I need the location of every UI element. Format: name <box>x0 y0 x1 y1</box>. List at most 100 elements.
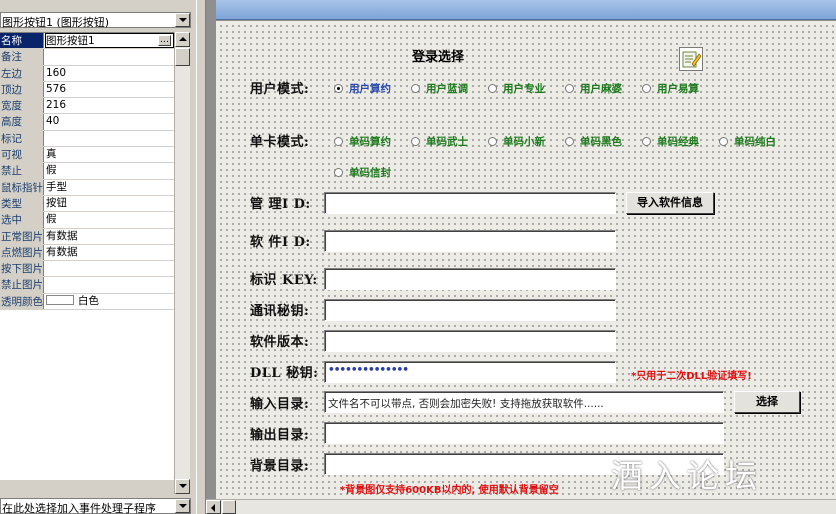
radio-icon <box>565 137 574 146</box>
panel-splitter[interactable] <box>196 0 206 514</box>
property-row[interactable]: 正常图片 有数据 <box>0 228 174 245</box>
property-row[interactable]: 标记 <box>0 130 174 148</box>
radio-icon <box>334 137 343 146</box>
admin-id-input[interactable] <box>324 192 616 214</box>
property-value[interactable]: 576 <box>46 82 66 97</box>
property-row[interactable]: 备注 <box>0 49 174 66</box>
chevron-down-icon[interactable] <box>175 499 190 513</box>
property-row[interactable]: 左边 160 <box>0 65 174 82</box>
form-designer: 登录选择 用户模式: 用户算约 用户蓝调 用户专业 用户麻婆 用户易算 单卡模式… <box>206 0 836 514</box>
chevron-down-icon[interactable] <box>175 13 190 27</box>
property-value[interactable]: 假 <box>46 212 57 227</box>
radio-card-mode-3[interactable]: 单码小新 <box>488 134 545 149</box>
image-button[interactable] <box>679 47 703 71</box>
comm-secret-input[interactable] <box>324 299 616 321</box>
property-panel: 图形按钮1 (图形按钮) 名称 图形按钮1… 备注 左边 160 顶边 576 宽度… <box>0 0 196 514</box>
designer-hscrollbar[interactable] <box>206 499 836 514</box>
input-dir-input[interactable]: 文件名不可以带点, 否则会加密失败! 支持拖放获取软件...... <box>324 391 724 413</box>
property-row[interactable]: 顶边 576 <box>0 81 174 99</box>
property-name: 禁止 <box>0 163 44 179</box>
software-id-input[interactable] <box>324 230 616 252</box>
version-input[interactable] <box>324 330 616 352</box>
scroll-thumb[interactable] <box>175 48 190 66</box>
property-row[interactable]: 按下图片 <box>0 261 174 278</box>
property-name: 按下图片 <box>0 261 44 277</box>
radio-icon <box>488 84 497 93</box>
property-row[interactable]: 宽度 216 <box>0 98 174 115</box>
card-mode-label: 单卡模式: <box>250 135 310 150</box>
property-value[interactable]: 手型 <box>46 180 67 195</box>
radio-card-mode-4[interactable]: 单码黑色 <box>565 134 622 149</box>
comm-secret-label: 通讯秘钥: <box>250 304 310 319</box>
property-row[interactable]: 选中假 <box>0 212 174 229</box>
radio-card-mode-2[interactable]: 单码武士 <box>411 134 468 149</box>
key-input[interactable] <box>324 268 616 290</box>
property-name: 左边 <box>0 65 44 81</box>
object-selector-value: 图形按钮1 (图形按钮) <box>2 16 110 29</box>
property-value[interactable]: 有数据 <box>46 245 78 260</box>
form-title-bar[interactable] <box>216 0 836 20</box>
property-value[interactable]: 真 <box>46 147 57 162</box>
key-label: 标识 KEY: <box>250 273 318 288</box>
property-value[interactable]: 图形按钮1… <box>45 33 174 48</box>
edit-icon <box>682 51 702 68</box>
radio-user-mode-2[interactable]: 用户蓝调 <box>411 81 468 96</box>
radio-user-mode-1[interactable]: 用户算约 <box>334 81 391 96</box>
input-dir-label: 输入目录: <box>250 397 310 412</box>
property-value[interactable]: 160 <box>46 66 66 81</box>
radio-card-mode-7[interactable]: 单码信封 <box>334 165 391 180</box>
radio-user-mode-3[interactable]: 用户专业 <box>488 81 545 96</box>
property-row[interactable]: 鼠标指针 手型 <box>0 179 174 196</box>
select-button[interactable]: 选择 <box>734 391 800 413</box>
scroll-up-icon[interactable] <box>175 32 190 47</box>
property-name: 顶边 <box>0 81 44 98</box>
property-scrollbar[interactable] <box>174 32 190 494</box>
dll-secret-input[interactable]: •••••••••••••• <box>324 361 616 383</box>
ellipsis-icon[interactable]: … <box>158 35 171 46</box>
ide-window: 图形按钮1 (图形按钮) 名称 图形按钮1… 备注 左边 160 顶边 576 宽度… <box>0 0 836 514</box>
property-row[interactable]: 高度 40 <box>0 114 174 131</box>
property-value[interactable]: 有数据 <box>46 229 78 244</box>
radio-user-mode-5[interactable]: 用户易算 <box>642 81 699 96</box>
radio-card-mode-5[interactable]: 单码经典 <box>642 134 699 149</box>
object-selector[interactable]: 图形按钮1 (图形按钮) <box>0 12 191 29</box>
property-value[interactable]: 216 <box>46 98 66 113</box>
version-label: 软件版本: <box>250 335 310 350</box>
radio-card-mode-1[interactable]: 单码算约 <box>334 134 391 149</box>
output-dir-input[interactable] <box>324 422 724 444</box>
property-name: 点燃图片 <box>0 244 44 261</box>
event-selector-value: 在此处选择加入事件处理子程序 <box>2 502 156 514</box>
property-row[interactable]: 禁止图片 <box>0 277 174 294</box>
scroll-thumb[interactable] <box>222 500 236 514</box>
property-name: 备注 <box>0 49 44 65</box>
property-value[interactable]: 白色 <box>46 294 99 309</box>
radio-icon <box>719 137 728 146</box>
property-row-name[interactable]: 名称 图形按钮1… <box>0 33 174 50</box>
radio-icon <box>565 84 574 93</box>
radio-user-mode-4[interactable]: 用户麻婆 <box>565 81 622 96</box>
property-row[interactable]: 类型 按钮 <box>0 195 174 213</box>
radio-selected-icon <box>334 84 343 93</box>
property-row[interactable]: 点燃图片 有数据 <box>0 244 174 262</box>
radio-icon <box>334 168 343 177</box>
property-row[interactable]: 透明颜色 白色 <box>0 293 174 311</box>
property-row[interactable]: 可视真 <box>0 147 174 164</box>
property-name: 可视 <box>0 147 44 163</box>
form-canvas[interactable]: 登录选择 用户模式: 用户算约 用户蓝调 用户专业 用户麻婆 用户易算 单卡模式… <box>216 21 836 499</box>
scroll-down-icon[interactable] <box>175 479 190 494</box>
property-value[interactable]: 按钮 <box>46 196 67 211</box>
scroll-left-icon[interactable] <box>206 500 221 514</box>
radio-icon <box>488 137 497 146</box>
import-info-button[interactable]: 导入软件信息 <box>626 192 714 214</box>
property-value[interactable]: 假 <box>46 163 57 178</box>
property-value[interactable]: 40 <box>46 114 59 129</box>
property-row[interactable]: 禁止假 <box>0 163 174 180</box>
property-name: 名称 <box>0 33 44 49</box>
dll-secret-label: DLL 秘钥: <box>250 366 319 381</box>
property-name: 正常图片 <box>0 228 44 244</box>
event-selector[interactable]: 在此处选择加入事件处理子程序 <box>0 498 191 514</box>
radio-icon <box>411 84 420 93</box>
property-name: 禁止图片 <box>0 277 44 293</box>
radio-icon <box>642 137 651 146</box>
radio-card-mode-6[interactable]: 单码纯白 <box>719 134 776 149</box>
